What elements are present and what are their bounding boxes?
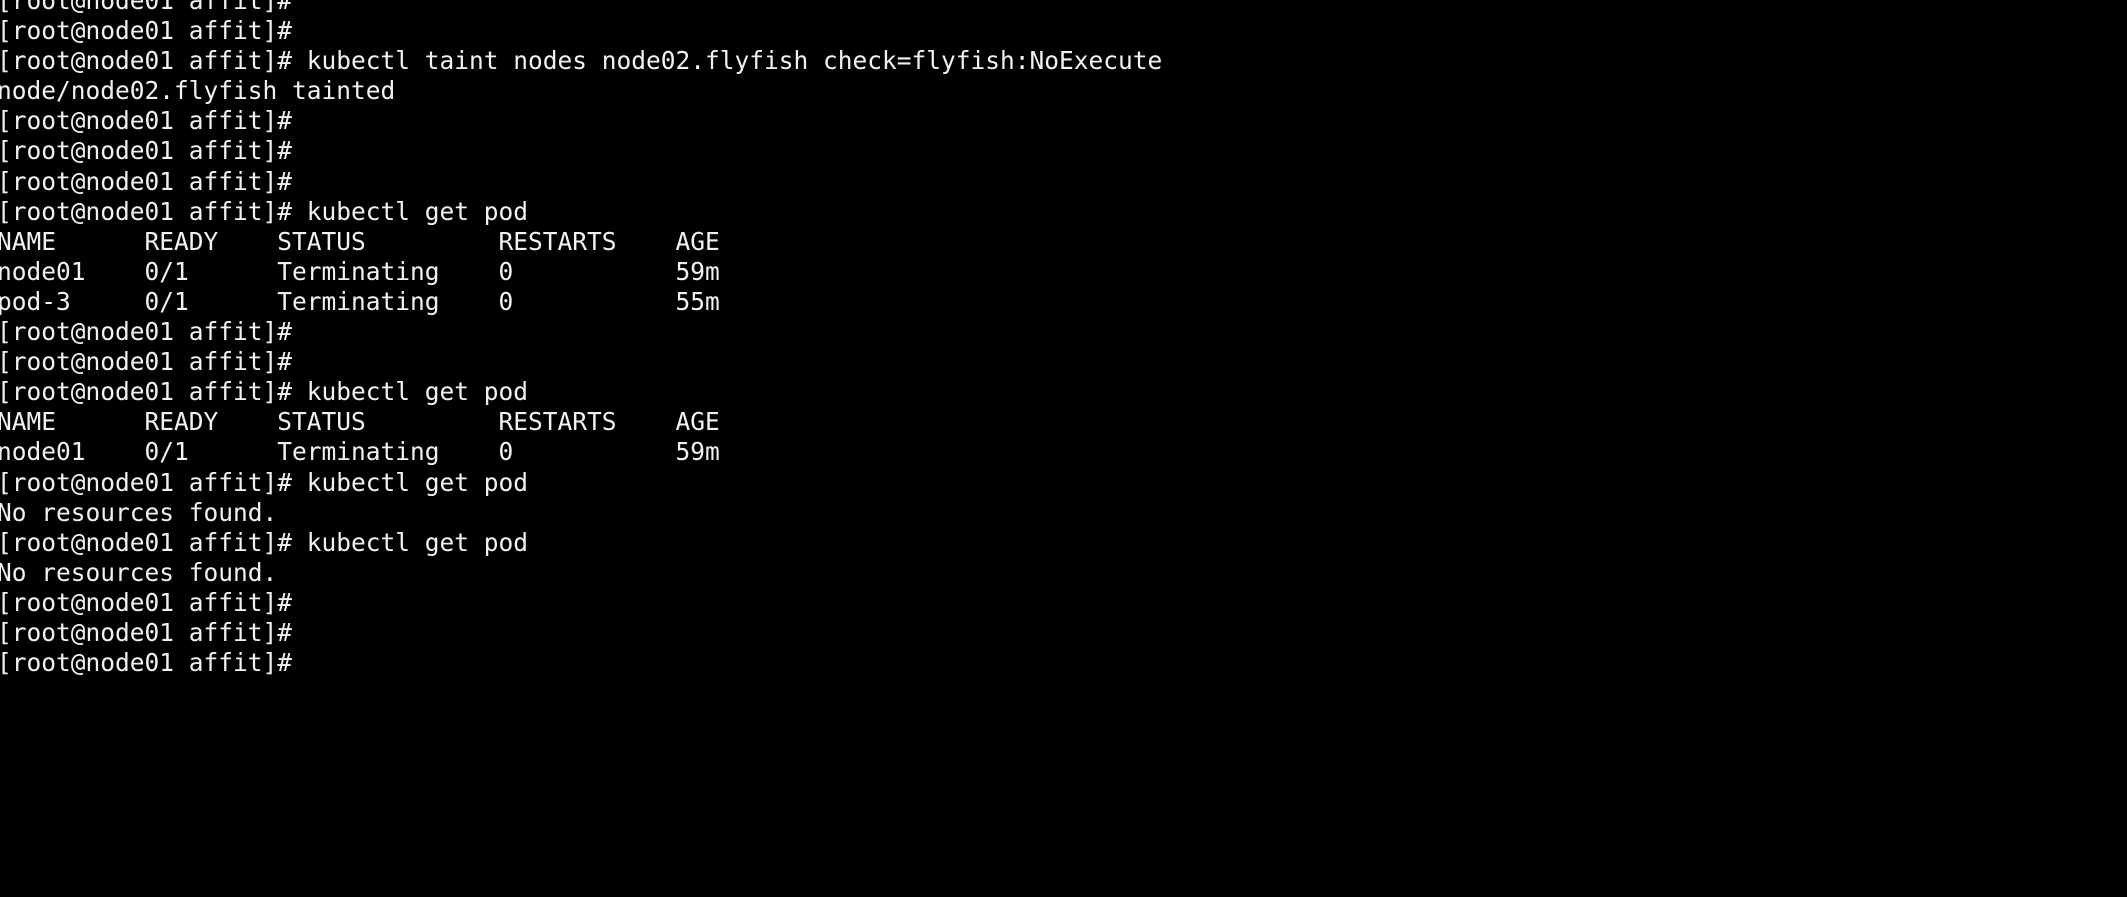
terminal-line: [root@node01 affit]#	[0, 136, 307, 166]
terminal-line: [root@node01 affit]#	[0, 347, 307, 377]
terminal-line: [root@node01 affit]# kubectl get pod	[0, 377, 529, 407]
terminal-line: node01 0/1 Terminating 0 59m	[0, 256, 720, 286]
terminal-line: [root@node01 affit]# kubectl get pod	[0, 196, 529, 226]
terminal-line: NAME READY STATUS RESTARTS AGE	[0, 226, 720, 256]
terminal-line: [root@node01 affit]#	[0, 0, 307, 15]
terminal-line: [root@node01 affit]# kubectl taint nodes…	[0, 46, 1163, 76]
terminal-line: [root@node01 affit]#	[0, 166, 307, 196]
terminal-line: [root@node01 affit]#	[0, 648, 307, 678]
terminal-line: NAME READY STATUS RESTARTS AGE	[0, 407, 720, 437]
terminal-line: node/node02.flyfish tainted	[0, 76, 396, 106]
terminal-screen-buffer[interactable]: [root@node01 affit]# [root@node01 affit]…	[0, 0, 2127, 678]
terminal-line: node01 0/1 Terminating 0 59m	[0, 437, 720, 467]
terminal-line: [root@node01 affit]#	[0, 16, 307, 46]
terminal-line: No resources found.	[0, 557, 278, 587]
terminal-line: [root@node01 affit]# kubectl get pod	[0, 527, 529, 557]
terminal-line: [root@node01 affit]# kubectl get pod	[0, 467, 529, 497]
terminal-line: [root@node01 affit]#	[0, 106, 307, 136]
terminal-line: [root@node01 affit]#	[0, 317, 307, 347]
terminal-line: [root@node01 affit]#	[0, 587, 307, 617]
terminal-window[interactable]: [root@node01 affit]# [root@node01 affit]…	[0, 0, 2127, 897]
terminal-line: No resources found.	[0, 497, 278, 527]
terminal-line: pod-3 0/1 Terminating 0 55m	[0, 286, 720, 316]
terminal-line: [root@node01 affit]#	[0, 617, 307, 647]
